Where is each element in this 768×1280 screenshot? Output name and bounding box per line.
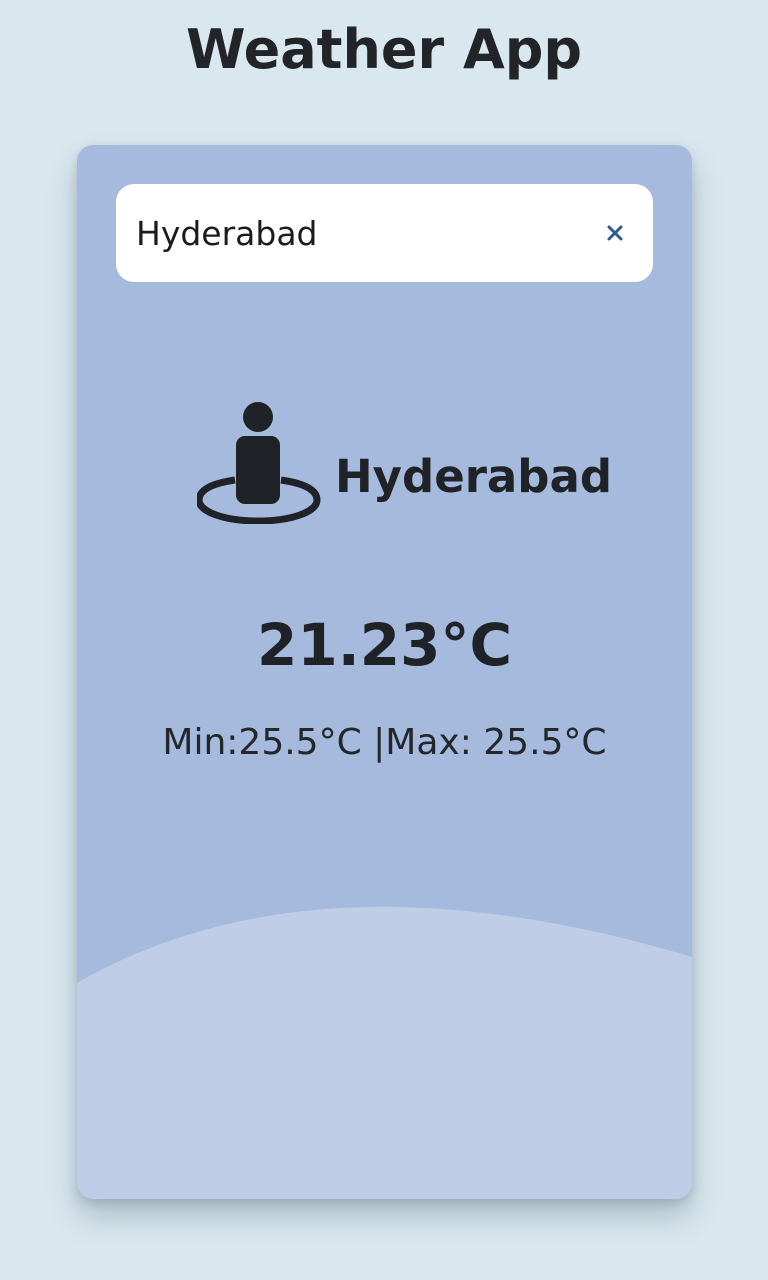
weather-card: Hyderabad 21.23°C Min:25.5°C |Max: 25.5°…: [77, 145, 692, 1199]
app-title: Weather App: [185, 18, 583, 81]
city-name: Hyderabad: [335, 450, 613, 503]
close-icon: [607, 225, 623, 241]
min-max-temperature: Min:25.5°C |Max: 25.5°C: [162, 722, 607, 763]
search-input[interactable]: [136, 184, 576, 282]
clear-search-button[interactable]: [595, 213, 635, 253]
location-row: Hyderabad: [197, 400, 617, 525]
search-box[interactable]: [116, 184, 653, 282]
current-temperature: 21.23°C: [256, 611, 513, 679]
person-location-icon: [197, 402, 321, 524]
